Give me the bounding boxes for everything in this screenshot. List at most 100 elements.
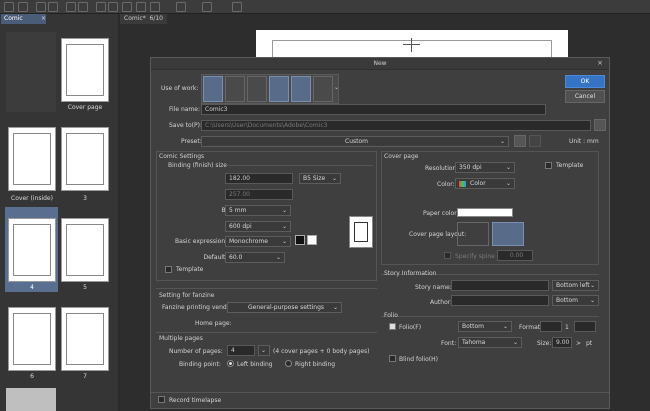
lasso-icon[interactable] — [108, 2, 118, 12]
clear-icon[interactable] — [78, 2, 88, 12]
frequency-select[interactable]: 60.0 ⌄ — [225, 252, 285, 263]
font-select[interactable]: Tahoma ⌄ — [458, 337, 522, 348]
transform-icon[interactable] — [96, 2, 106, 12]
cover-resolution-label: Resolution: — [425, 165, 459, 172]
page-caption: 3 — [83, 195, 87, 202]
grid-icon[interactable] — [202, 2, 212, 12]
divider — [226, 165, 373, 166]
story-info-title: Story Information — [384, 270, 437, 277]
undo-icon[interactable] — [48, 2, 58, 12]
num-pages-note: (4 cover pages + 0 body pages) — [273, 348, 370, 355]
white-color-swatch[interactable] — [307, 235, 317, 245]
left-binding-label: Left binding — [237, 361, 273, 368]
layout-separate-icon[interactable] — [457, 222, 489, 246]
unit-label: Unit : mm — [569, 138, 599, 145]
use-of-work-label: Use of work: — [161, 85, 199, 92]
size-label: Size: — [537, 340, 552, 347]
page-thumbnail[interactable] — [8, 218, 56, 282]
num-pages-stepper[interactable]: ⌄ — [258, 345, 270, 356]
ruler-icon[interactable] — [150, 2, 160, 12]
size-preset-select[interactable]: B5 Size ⌄ — [299, 173, 341, 184]
size-unit: pt — [586, 340, 593, 347]
page-caption: 5 — [83, 284, 87, 291]
left-binding-radio[interactable] — [227, 360, 234, 367]
timeline-icon[interactable] — [291, 76, 311, 102]
chevron-down-icon[interactable]: ⌄ — [334, 84, 339, 91]
book-icon[interactable] — [269, 76, 289, 102]
crop-icon[interactable] — [136, 2, 146, 12]
author-position[interactable]: Bottom ⌄ — [552, 295, 599, 306]
new-dialog: New × OK Cancel Use of work: ⌄ File name… — [150, 57, 610, 409]
author-input[interactable] — [451, 295, 549, 306]
num-pages-label: Number of pages: — [169, 348, 223, 355]
file-icon[interactable] — [4, 2, 14, 12]
timelapse-checkbox[interactable] — [158, 396, 165, 403]
document-tab[interactable]: Comic* 6/10 — [120, 14, 167, 24]
width-input[interactable]: 182.00 — [225, 173, 293, 184]
blind-folio-checkbox[interactable] — [389, 355, 396, 362]
resolution-select[interactable]: 600 dpi ⌄ — [225, 221, 291, 232]
panel-tab-comic[interactable]: Comic — [1, 14, 46, 24]
page-caption: Cover page — [67, 104, 103, 111]
preset-select[interactable]: Custom ⌄ — [201, 136, 509, 147]
close-icon[interactable]: × — [41, 14, 46, 24]
story-name-position[interactable]: Bottom left ⌄ — [552, 280, 599, 291]
vendor-select[interactable]: General-purpose settings ⌄ — [227, 302, 342, 313]
blind-folio-label: Blind folio(H) — [399, 356, 438, 363]
expression-color-select[interactable]: Monochrome ⌄ — [225, 236, 291, 247]
page-thumbnail[interactable] — [61, 218, 109, 282]
folder-icon[interactable] — [18, 2, 28, 12]
comic-icon[interactable] — [247, 76, 267, 102]
webtoon-icon[interactable] — [225, 76, 245, 102]
cover-color-select[interactable]: Color ⌄ — [455, 178, 515, 189]
cover-template-checkbox[interactable] — [545, 162, 552, 169]
divider — [151, 392, 609, 393]
page-thumbnail[interactable] — [6, 388, 56, 411]
help-icon[interactable] — [232, 2, 242, 12]
page-thumbnail[interactable] — [61, 127, 109, 191]
page-thumbnail[interactable] — [61, 307, 109, 371]
folder-icon[interactable] — [594, 119, 606, 131]
group-title: Comic Settings — [159, 153, 205, 160]
fanzine-title: Setting for fanzine — [159, 292, 215, 299]
bleed-width-select[interactable]: 5 mm ⌄ — [225, 205, 291, 216]
template-label: Template — [176, 266, 204, 273]
page-thumbnail[interactable] — [8, 307, 56, 371]
black-color-swatch[interactable] — [295, 235, 305, 245]
size-stepper-icon[interactable]: > — [576, 340, 581, 347]
pen-icon[interactable] — [122, 2, 132, 12]
format-prefix-input[interactable] — [540, 321, 562, 332]
story-name-label: Story name: — [415, 284, 452, 291]
right-binding-radio[interactable] — [285, 360, 292, 367]
story-name-input[interactable] — [451, 280, 549, 291]
cancel-button[interactable]: Cancel — [565, 90, 605, 103]
empty-page-slot — [6, 32, 56, 112]
save-icon[interactable] — [36, 2, 46, 12]
timelapse-label: Record timelapse — [169, 397, 222, 404]
ok-button[interactable]: OK — [565, 75, 605, 88]
layout-spread-icon[interactable] — [492, 222, 524, 246]
center-mark — [411, 38, 412, 52]
page-thumbnail[interactable] — [61, 38, 109, 102]
paper-color-swatch[interactable] — [457, 208, 513, 217]
format-suffix-input[interactable] — [574, 321, 596, 332]
close-icon[interactable]: × — [597, 59, 603, 67]
size-input[interactable]: 9.00 — [552, 337, 572, 348]
file-name-input[interactable]: Comic3 — [201, 104, 546, 115]
illustration-icon[interactable] — [203, 76, 223, 102]
cover-resolution-select[interactable]: 350 dpi ⌄ — [455, 162, 515, 173]
cut-icon[interactable] — [176, 2, 186, 12]
template-checkbox[interactable] — [165, 266, 172, 273]
trash-icon[interactable] — [529, 135, 541, 147]
author-label: Author: — [430, 299, 453, 306]
page-preview — [349, 216, 373, 248]
save-preset-icon[interactable] — [514, 135, 526, 147]
save-to-input: C:\Users\User\Documents\Adobe\Comic3 — [201, 120, 591, 131]
animation-icon[interactable] — [313, 76, 333, 102]
folio-position-select[interactable]: Bottom ⌄ — [458, 321, 512, 332]
num-pages-input[interactable]: 4 — [227, 345, 255, 356]
folio-checkbox[interactable] — [389, 323, 396, 330]
redo-icon[interactable] — [66, 2, 76, 12]
divider — [156, 288, 377, 289]
page-thumbnail[interactable] — [8, 127, 56, 191]
